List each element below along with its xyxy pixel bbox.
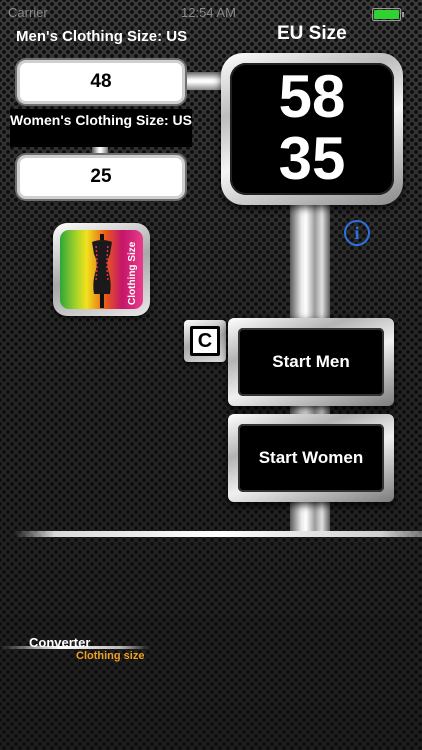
carrier-label: Carrier — [8, 5, 48, 20]
clear-button[interactable]: C — [184, 320, 226, 362]
status-bar: Carrier 12:54 AM — [0, 0, 422, 22]
start-women-button[interactable]: Start Women — [228, 414, 394, 502]
battery-icon — [372, 8, 404, 21]
mannequin-silhouette — [92, 234, 112, 308]
womens-size-label: Women's Clothing Size: US — [10, 109, 192, 147]
start-men-button[interactable]: Start Men — [228, 318, 394, 406]
start-women-label: Start Women — [238, 424, 384, 492]
logo-subtitle: Clothing size — [76, 650, 145, 662]
start-men-label: Start Men — [238, 328, 384, 396]
eu-display: 58 35 — [230, 63, 394, 195]
clear-button-label: C — [193, 329, 217, 353]
app-icon-button[interactable]: Clothing Size — [53, 223, 150, 316]
clock: 12:54 AM — [181, 5, 236, 20]
info-icon[interactable]: i — [344, 220, 370, 246]
divider-line — [14, 531, 422, 537]
womens-size-field[interactable]: 25 — [20, 158, 182, 196]
eu-women-value: 35 — [278, 125, 346, 192]
eu-men-value: 58 — [278, 63, 346, 130]
mens-size-label: Men's Clothing Size: US — [16, 28, 188, 45]
mens-size-field[interactable]: 48 — [20, 63, 182, 101]
logo-title: Converter — [29, 635, 91, 650]
eu-size-label: EU Size — [277, 23, 347, 44]
mannequin-icon: Clothing Size — [60, 230, 143, 309]
app-icon-caption: Clothing Size — [127, 241, 138, 305]
